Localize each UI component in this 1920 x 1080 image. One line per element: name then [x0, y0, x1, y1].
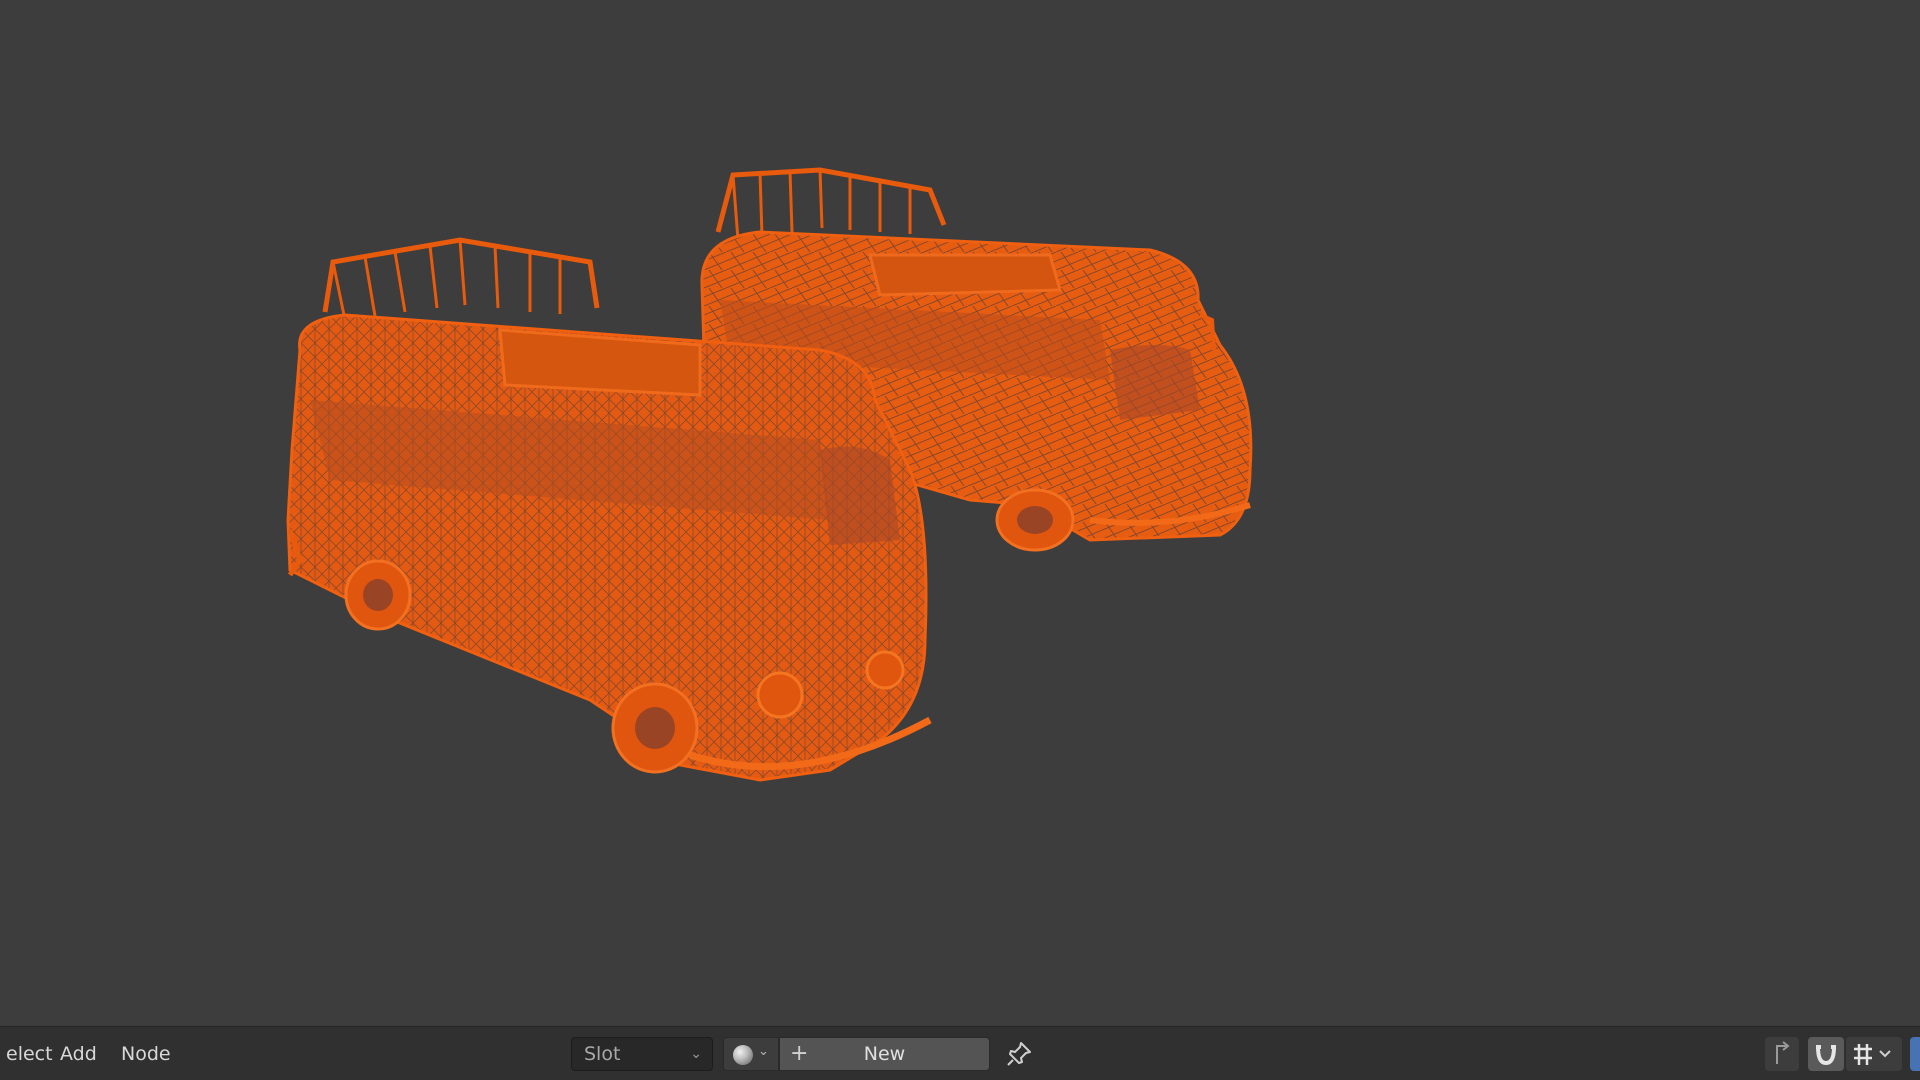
new-material-label: New: [863, 1043, 906, 1065]
new-material-button[interactable]: + New: [779, 1037, 990, 1071]
snap-magnet-icon[interactable]: [1808, 1037, 1844, 1071]
snap-increment-icon[interactable]: [1846, 1037, 1902, 1071]
wireframe-scene: [286, 167, 1253, 782]
chevron-down-icon: ⌄: [690, 1046, 702, 1062]
parent-arrow-icon[interactable]: [1765, 1037, 1799, 1071]
3d-viewport[interactable]: [0, 0, 1920, 1026]
material-sphere-icon: [733, 1045, 753, 1065]
select-menu[interactable]: elect: [0, 1039, 59, 1069]
chevron-down-icon: ⌄: [758, 1044, 769, 1059]
material-browse-button[interactable]: ⌄: [723, 1037, 779, 1071]
add-menu[interactable]: Add: [54, 1039, 103, 1069]
pin-icon[interactable]: [1004, 1039, 1034, 1069]
node-menu[interactable]: Node: [115, 1039, 177, 1069]
slot-label: Slot: [584, 1043, 621, 1065]
slot-dropdown[interactable]: Slot ⌄: [571, 1037, 713, 1071]
plus-icon: +: [790, 1041, 809, 1066]
node-editor-header: elect Add Node Slot ⌄ ⌄ + New: [0, 1026, 1920, 1080]
overlay-toggle-button[interactable]: [1910, 1037, 1920, 1071]
